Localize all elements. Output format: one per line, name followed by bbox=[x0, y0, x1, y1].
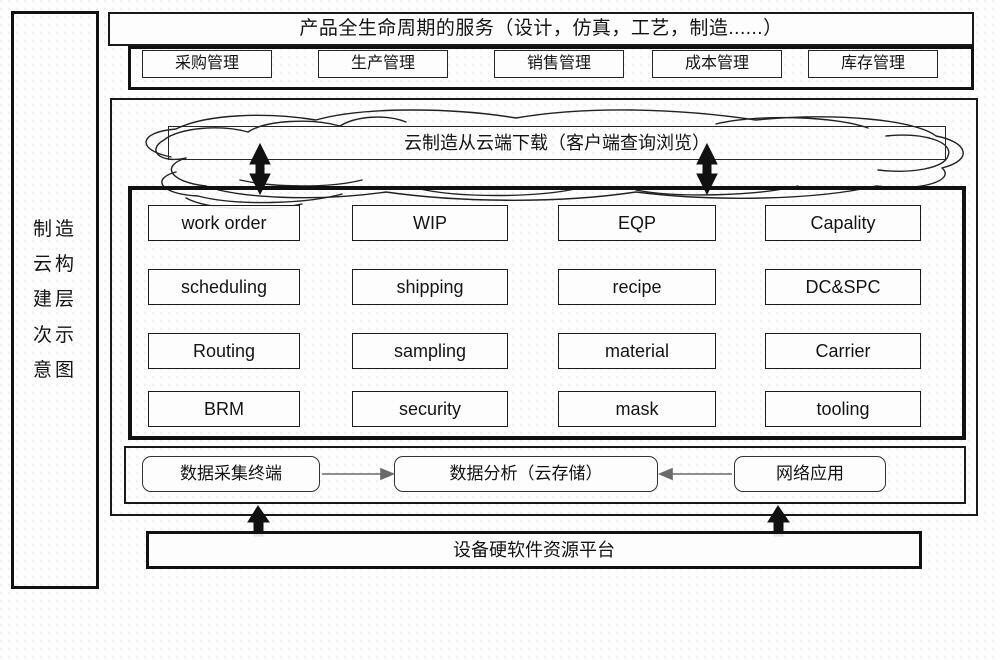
hardware-software-platform: 设备硬软件资源平台 bbox=[146, 531, 922, 569]
diagram-canvas: 制造云构建层次示意图 产品全生命周期的服务（设计，仿真，工艺，制造......）… bbox=[0, 0, 1000, 660]
